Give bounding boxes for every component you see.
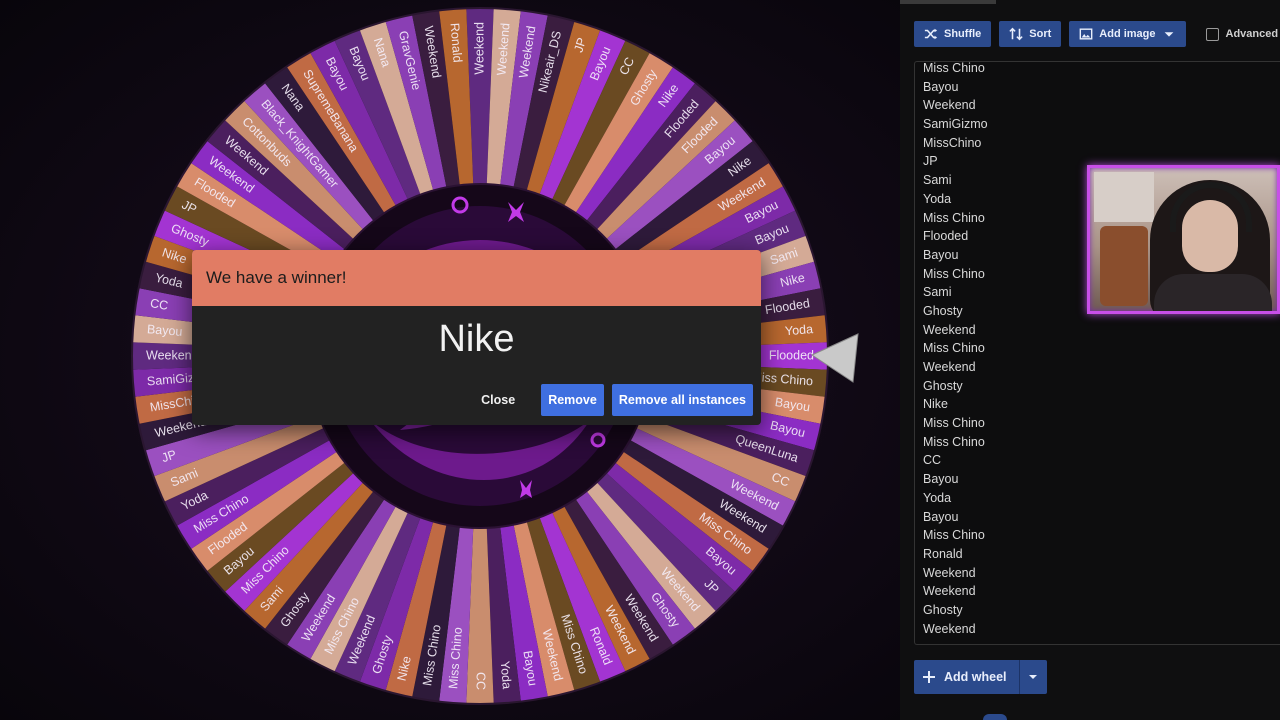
entry-item: Yoda	[923, 490, 952, 505]
scroll-indicator	[983, 714, 1007, 720]
wheel-slice-label: Yoda	[784, 322, 813, 338]
add-wheel-group: Add wheel	[914, 660, 1047, 694]
entry-item: Miss Chino	[923, 416, 985, 431]
entry-item: JP	[923, 154, 938, 169]
entry-item: Ghosty	[923, 602, 963, 617]
entry-item: Nike	[923, 397, 949, 412]
dialog-header: We have a winner!	[192, 250, 761, 306]
close-button[interactable]: Close	[463, 393, 533, 407]
entry-item: Yoda	[923, 191, 952, 206]
entry-item: Bayou	[923, 472, 959, 487]
wheel-slice-label: Yoda	[498, 660, 514, 689]
entry-item: Weekend	[923, 360, 976, 374]
entry-item: Flooded	[923, 229, 969, 244]
entry-item: Miss Chino	[923, 61, 985, 75]
shuffle-icon	[924, 28, 938, 40]
entry-item: SamiGizmo	[923, 117, 988, 132]
entry-item: Miss Chino	[923, 210, 985, 225]
entry-item: Ghosty	[923, 303, 963, 318]
shuffle-label: Shuffle	[944, 28, 982, 40]
entry-item: Weekend	[923, 584, 976, 599]
image-icon	[1079, 28, 1093, 40]
entry-item: Sami	[923, 173, 952, 188]
sort-label: Sort	[1029, 28, 1052, 40]
wheel-slice-label: CC	[149, 296, 169, 313]
entry-item: Miss Chino	[923, 341, 985, 356]
advanced-label: Advanced	[1225, 28, 1279, 40]
plus-icon	[923, 671, 935, 683]
top-tab-indicator	[900, 0, 996, 4]
entry-item: Miss Chino	[923, 528, 985, 543]
winner-dialog: We have a winner! Nike Close Remove Remo…	[192, 250, 761, 425]
entry-item: Ronald	[923, 546, 963, 561]
wheel-slice-label: Bayou	[147, 322, 183, 339]
wheel-slice-label: Flooded	[769, 348, 814, 362]
entry-item: Miss Chino	[923, 266, 985, 281]
entry-item: Bayou	[923, 509, 959, 524]
wheel-slice-label: Weekend	[472, 22, 486, 75]
entry-item: Bayou	[923, 247, 959, 262]
advanced-checkbox[interactable]	[1205, 27, 1219, 41]
shuffle-button[interactable]: Shuffle	[914, 21, 992, 47]
entry-item: Weekend	[923, 621, 976, 636]
advanced-toggle[interactable]: Advanced	[1205, 27, 1279, 41]
add-wheel-button[interactable]: Add wheel	[914, 660, 1019, 694]
add-image-button[interactable]: Add image	[1069, 21, 1186, 47]
dialog-actions: Close Remove Remove all instances	[463, 384, 753, 416]
wheel-slice-label: CC	[474, 672, 488, 690]
entries-textarea[interactable]: Miss Chino Bayou Weekend SamiGizmo MissChino…	[914, 61, 1280, 645]
dialog-title: We have a winner!	[206, 268, 347, 287]
entry-item: Bayou	[923, 79, 959, 94]
entry-item: Ghosty	[923, 378, 963, 393]
entry-item: Miss Chino	[923, 434, 985, 449]
webcam-overlay	[1087, 165, 1280, 314]
sort-icon	[1009, 27, 1023, 41]
entries-toolbar: Shuffle Sort Add image Advanced	[914, 21, 1278, 47]
remove-all-instances-button[interactable]: Remove all instances	[611, 384, 753, 416]
winner-name: Nike	[438, 318, 515, 360]
remove-button[interactable]: Remove	[541, 384, 604, 416]
entries-list: Miss Chino Bayou Weekend SamiGizmo MissChino…	[923, 61, 988, 638]
add-wheel-dropdown[interactable]	[1018, 660, 1047, 694]
add-image-label: Add image	[1099, 28, 1156, 40]
entry-item: Weekend	[923, 322, 976, 337]
chevron-down-icon	[1164, 32, 1173, 37]
entry-item: Weekend	[923, 98, 976, 113]
chevron-down-icon	[1029, 675, 1038, 679]
sort-button[interactable]: Sort	[999, 21, 1062, 47]
entry-item: Weekend	[923, 565, 976, 580]
entry-item: Sami	[923, 285, 952, 300]
entry-item: CC	[923, 453, 942, 468]
entry-item: MissChino	[923, 135, 982, 150]
add-wheel-label: Add wheel	[944, 670, 1007, 684]
wheel-slice-label: Weekend	[146, 348, 199, 362]
